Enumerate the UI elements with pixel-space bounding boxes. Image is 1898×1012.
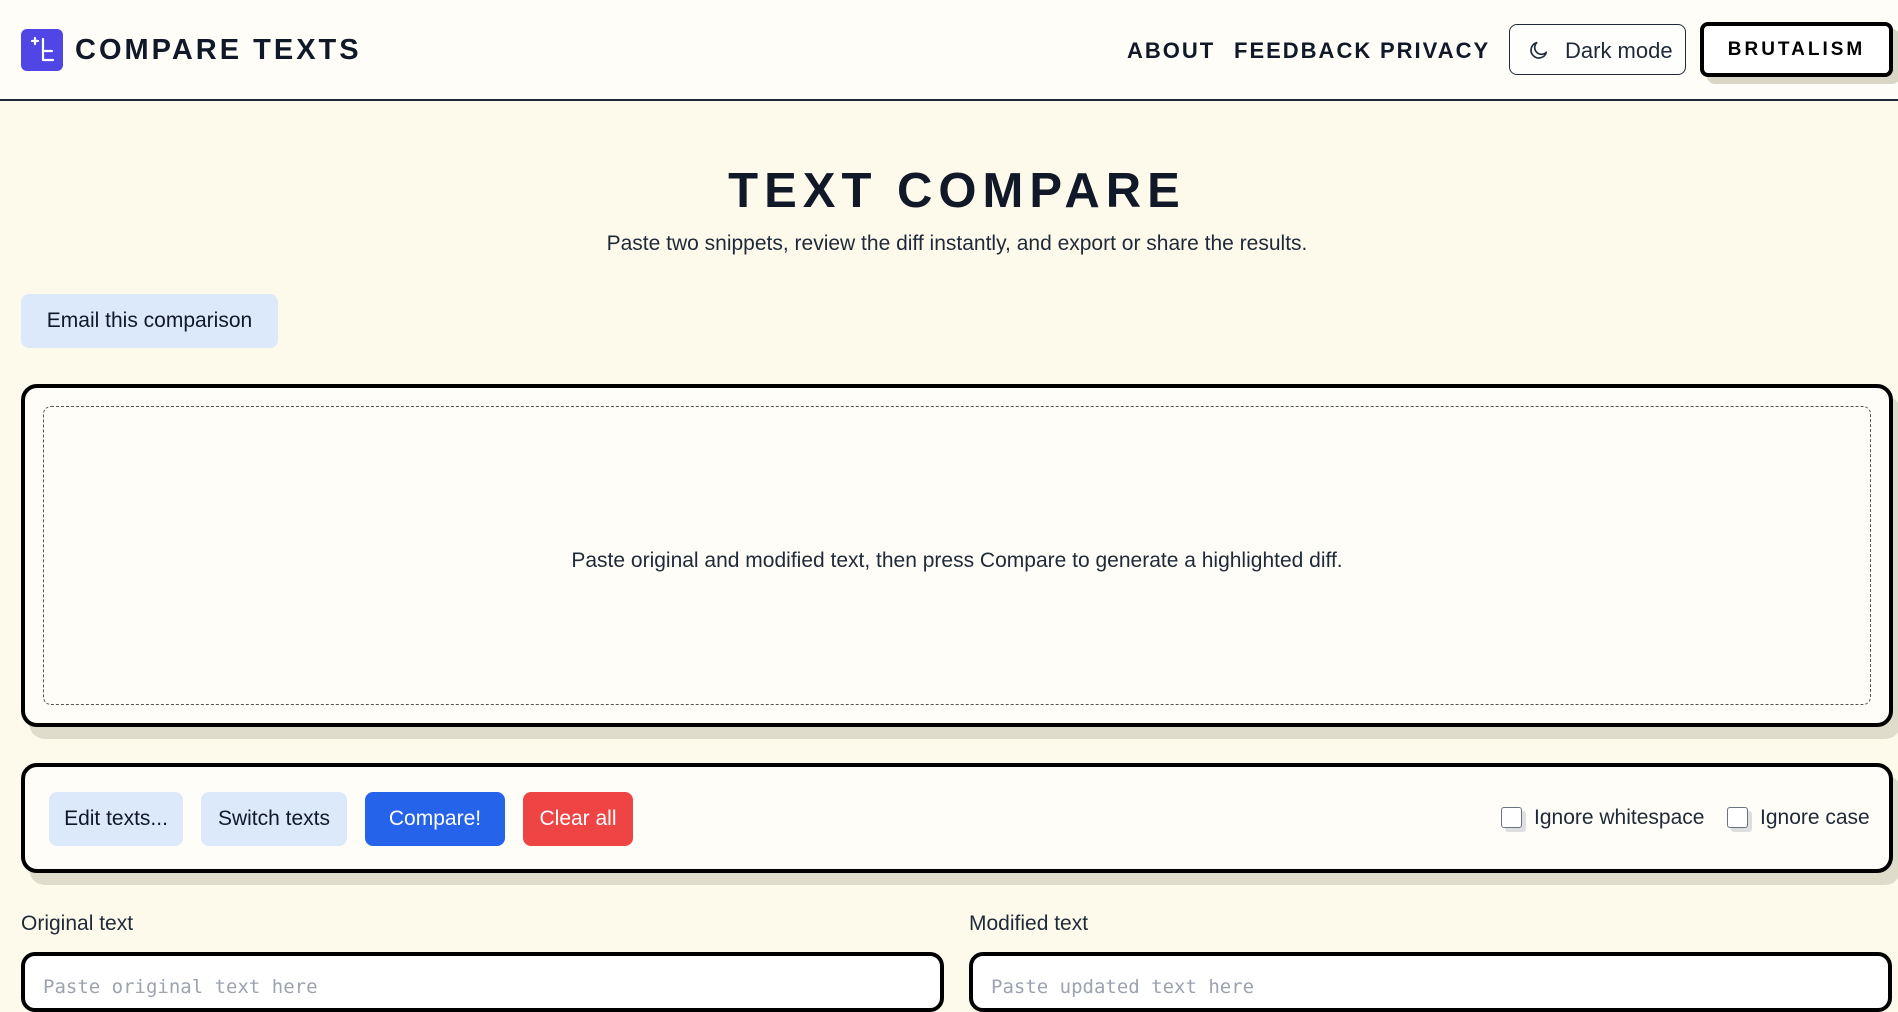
ignore-case-checkbox[interactable] xyxy=(1727,807,1748,828)
compare-button[interactable]: Compare! xyxy=(365,792,505,846)
clear-all-button[interactable]: Clear all xyxy=(523,792,633,846)
email-comparison-button[interactable]: Email this comparison xyxy=(21,294,278,348)
page-subtitle: Paste two snippets, review the diff inst… xyxy=(606,232,1308,255)
original-text-box xyxy=(21,952,944,1012)
nav-about[interactable]: ABOUT xyxy=(1127,38,1215,64)
original-text-label: Original text xyxy=(21,912,134,935)
nav-privacy[interactable]: PRIVACY xyxy=(1380,38,1490,64)
page-title: TEXT COMPARE xyxy=(728,164,1186,218)
top-header: COMPARE TEXTS ABOUT FEEDBACK PRIVACY Dar… xyxy=(0,0,1898,101)
modified-text-label: Modified text xyxy=(969,912,1089,935)
original-text-input[interactable] xyxy=(43,976,923,1006)
dark-mode-button[interactable]: Dark mode xyxy=(1509,24,1686,75)
diff-empty-message: Paste original and modified text, then p… xyxy=(571,549,1343,572)
controls-bar: Edit texts... Switch texts Compare! Clea… xyxy=(21,763,1893,873)
brutalism-button[interactable]: BRUTALISM xyxy=(1700,22,1893,77)
switch-texts-button[interactable]: Switch texts xyxy=(201,792,347,846)
nav-feedback[interactable]: FEEDBACK xyxy=(1234,38,1372,64)
diff-output-area: Paste original and modified text, then p… xyxy=(43,406,1871,705)
modified-text-input[interactable] xyxy=(991,976,1871,1006)
moon-icon xyxy=(1530,41,1548,59)
edit-texts-button[interactable]: Edit texts... xyxy=(49,792,183,846)
diff-output-panel: Paste original and modified text, then p… xyxy=(21,384,1893,727)
ignore-case-option[interactable]: Ignore case xyxy=(1727,806,1877,833)
brand-title[interactable]: COMPARE TEXTS xyxy=(75,34,362,67)
dark-mode-label: Dark mode xyxy=(1565,38,1673,63)
compare-logo-icon[interactable] xyxy=(21,29,63,71)
ignore-whitespace-option[interactable]: Ignore whitespace xyxy=(1501,806,1711,833)
modified-text-box xyxy=(969,952,1892,1012)
ignore-case-label[interactable]: Ignore case xyxy=(1760,806,1870,830)
ignore-whitespace-label[interactable]: Ignore whitespace xyxy=(1534,806,1704,830)
ignore-whitespace-checkbox[interactable] xyxy=(1501,807,1522,828)
